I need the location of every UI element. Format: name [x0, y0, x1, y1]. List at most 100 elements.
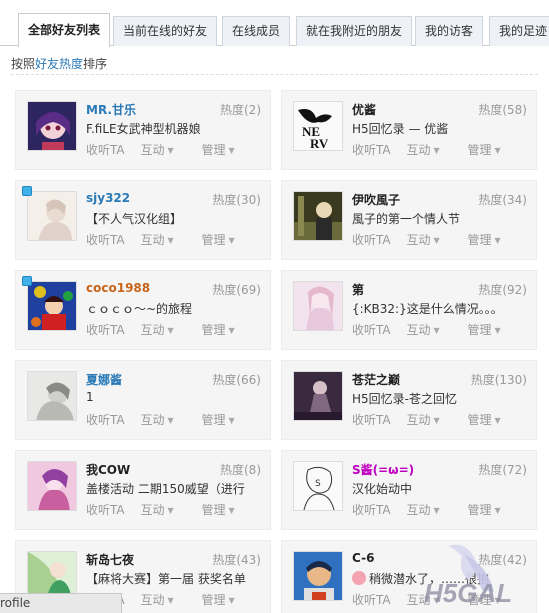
interact-label: 互动 [406, 413, 431, 427]
follow-button[interactable]: 收听TA [86, 143, 125, 157]
avatar[interactable]: NE RV [293, 101, 343, 151]
tab-online-members[interactable]: 在线成员 [222, 16, 291, 46]
caret-down-icon: ▼ [167, 326, 174, 335]
friend-card: MR.甘乐 热度(2) F.fiLE女武神型机器娘 收听TA 互动 ▼ 管理 ▼ [15, 90, 271, 170]
manage-dropdown[interactable]: 管理 ▼ [467, 323, 512, 337]
sort-by-heat-link[interactable]: 好友热度 [35, 57, 83, 71]
avatar[interactable] [27, 281, 77, 331]
avatar[interactable] [27, 461, 77, 511]
friend-status[interactable]: H5回忆录 — 优酱 [352, 120, 532, 137]
follow-button[interactable]: 收听TA [352, 143, 391, 157]
manage-dropdown[interactable]: 管理 ▼ [467, 233, 512, 247]
manage-dropdown[interactable]: 管理 ▼ [201, 323, 246, 337]
avatar[interactable] [27, 371, 77, 421]
avatar[interactable] [293, 281, 343, 331]
heat-score: 热度(66) [212, 373, 261, 387]
manage-dropdown[interactable]: 管理 ▼ [467, 413, 512, 427]
manage-dropdown[interactable]: 管理 ▼ [201, 503, 246, 517]
heat-score: 热度(34) [478, 193, 527, 207]
interact-dropdown[interactable]: 互动 ▼ [406, 323, 451, 337]
interact-dropdown[interactable]: 互动 ▼ [140, 323, 185, 337]
friend-name[interactable]: 第 [352, 281, 364, 298]
friend-status[interactable]: 【麻将大赛】第一届 获奖名单 [86, 570, 266, 587]
interact-dropdown[interactable]: 互动 ▼ [140, 503, 185, 517]
friend-status[interactable]: 【不人气汉化组】 [86, 210, 266, 227]
heat-score: 热度(43) [212, 553, 261, 567]
friend-name[interactable]: coco1988 [86, 281, 150, 295]
interact-dropdown[interactable]: 互动 ▼ [406, 503, 451, 517]
friend-status[interactable]: {:KB32:}这是什么情况。。。 [352, 300, 532, 317]
friend-status[interactable]: 汉化始动中 [352, 480, 532, 497]
friend-name[interactable]: MR.甘乐 [86, 101, 136, 118]
interact-label: 互动 [140, 593, 165, 607]
interact-label: 互动 [406, 323, 431, 337]
friend-actions: 收听TA 互动▼ 管理▼ [86, 501, 259, 518]
follow-button[interactable]: 收听TA [86, 323, 125, 337]
friend-name[interactable]: 优酱 [352, 101, 376, 118]
interact-dropdown[interactable]: 互动 ▼ [140, 233, 185, 247]
manage-label: 管理 [467, 413, 492, 427]
interact-label: 互动 [140, 503, 165, 517]
manage-dropdown[interactable]: 管理 ▼ [467, 503, 512, 517]
friend-status[interactable]: 1 [86, 390, 266, 404]
avatar[interactable]: S [293, 461, 343, 511]
manage-dropdown[interactable]: 管理 ▼ [201, 413, 246, 427]
manage-label: 管理 [201, 593, 226, 607]
friend-card: 第 热度(92) {:KB32:}这是什么情况。。。 收听TA 互动 ▼ 管理 ▼ [281, 270, 537, 350]
interact-dropdown[interactable]: 互动 ▼ [406, 233, 451, 247]
friend-actions: 收听TA 互动▼ 管理▼ [86, 231, 259, 248]
heat-score: 热度(130) [470, 373, 527, 387]
avatar[interactable] [27, 101, 77, 151]
caret-down-icon: ▼ [228, 416, 235, 425]
manage-dropdown[interactable]: 管理 ▼ [201, 233, 246, 247]
follow-button[interactable]: 收听TA [352, 413, 391, 427]
friend-name[interactable]: 夏娜酱 [86, 371, 122, 388]
browser-status-bar: rofile [0, 593, 122, 613]
caret-down-icon: ▼ [167, 596, 174, 605]
follow-button[interactable]: 收听TA [352, 323, 391, 337]
avatar[interactable] [293, 371, 343, 421]
interact-dropdown[interactable]: 互动 ▼ [140, 593, 185, 607]
manage-dropdown[interactable]: 管理 ▼ [201, 143, 246, 157]
tab-all-friends[interactable]: 全部好友列表 [18, 13, 111, 47]
friend-name[interactable]: 伊吹風子 [352, 191, 400, 208]
friend-name[interactable]: 斩岛七夜 [86, 551, 134, 568]
interact-dropdown[interactable]: 互动 ▼ [140, 143, 185, 157]
friend-name[interactable]: sjy322 [86, 191, 130, 205]
friend-card: coco1988 热度(69) ｃｏｃｏ～~的旅程 收听TA 互动 ▼ 管理 ▼ [15, 270, 271, 350]
friend-status[interactable]: F.fiLE女武神型机器娘 [86, 120, 266, 137]
friend-status[interactable]: 風子的第一个情人节 [352, 210, 532, 227]
follow-button[interactable]: 收听TA [352, 503, 391, 517]
manage-dropdown[interactable]: 管理 ▼ [201, 593, 246, 607]
follow-button[interactable]: 收听TA [352, 593, 391, 607]
pig-face-icon [352, 571, 366, 585]
manage-label: 管理 [201, 233, 226, 247]
friend-name[interactable]: 我COW [86, 461, 130, 478]
caret-down-icon: ▼ [433, 506, 440, 515]
friend-status[interactable]: 盖楼活动 二期150威望（进行 [86, 480, 266, 497]
friend-card: NE RV 优酱 热度(58) H5回忆录 — 优酱 收听TA 互动 ▼ 管理 ▼ [281, 90, 537, 170]
interact-dropdown[interactable]: 互动 ▼ [140, 413, 185, 427]
friend-status[interactable]: ｃｏｃｏ～~的旅程 [86, 300, 266, 317]
friend-name[interactable]: 苍茫之巅 [352, 371, 400, 388]
avatar[interactable] [293, 191, 343, 241]
manage-dropdown[interactable]: 管理 ▼ [467, 143, 512, 157]
follow-button[interactable]: 收听TA [86, 413, 125, 427]
avatar[interactable] [293, 551, 343, 601]
friend-name[interactable]: S酱(=ω=) [352, 461, 414, 478]
follow-button[interactable]: 收听TA [352, 233, 391, 247]
tab-online-friends[interactable]: 当前在线的好友 [113, 16, 218, 46]
follow-button[interactable]: 收听TA [86, 503, 125, 517]
interact-dropdown[interactable]: 互动 ▼ [406, 413, 451, 427]
friend-status[interactable]: H5回忆录-苍之回忆 [352, 390, 532, 407]
interact-dropdown[interactable]: 互动 ▼ [406, 143, 451, 157]
tab-my-visitors[interactable]: 我的访客 [415, 16, 484, 46]
follow-button[interactable]: 收听TA [86, 233, 125, 247]
tab-nearby-friends[interactable]: 就在我附近的朋友 [296, 16, 413, 46]
heat-score: 热度(2) [220, 103, 261, 117]
friend-name[interactable]: C-6 [352, 551, 374, 565]
tab-my-footprints[interactable]: 我的足迹 [489, 16, 549, 46]
manage-label: 管理 [467, 143, 492, 157]
friend-actions: 收听TA 互动▼ 管理▼ [352, 141, 525, 158]
avatar[interactable] [27, 191, 77, 241]
